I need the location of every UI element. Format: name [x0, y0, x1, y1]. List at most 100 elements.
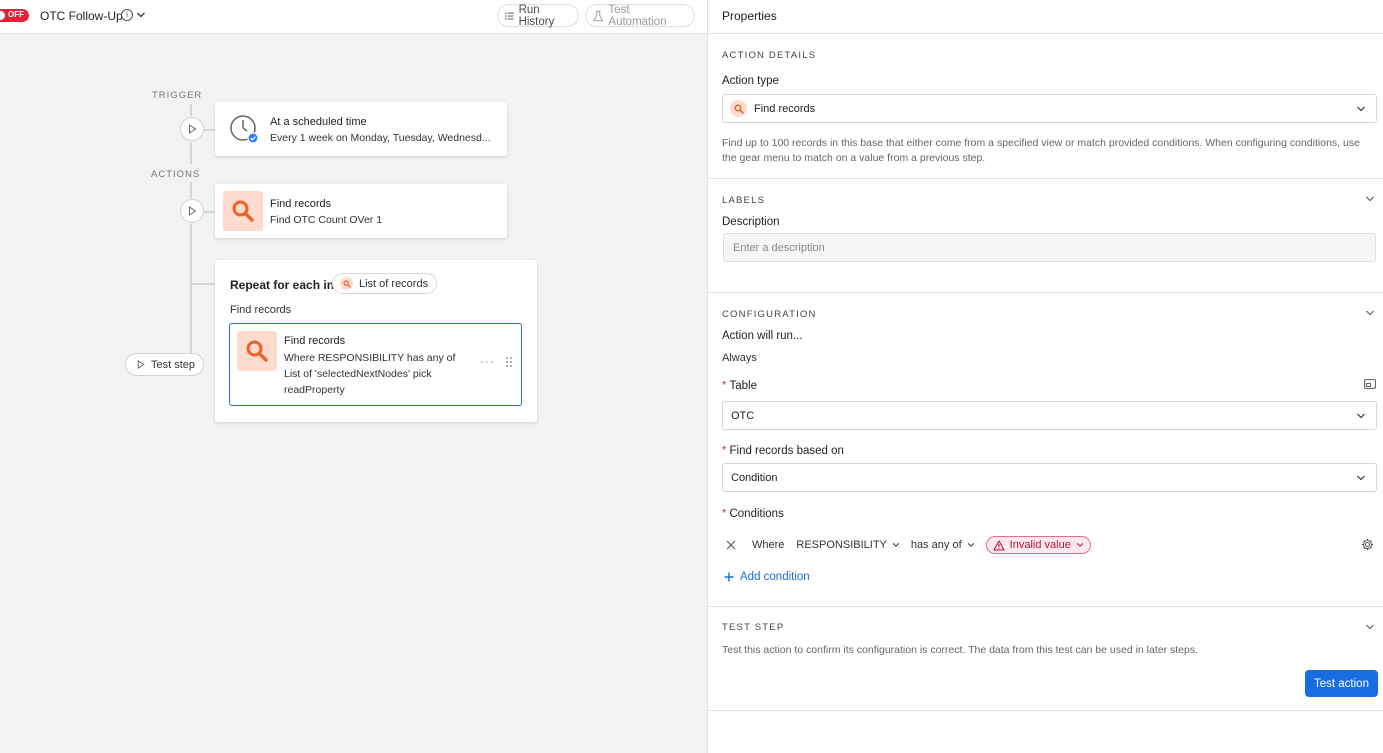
trigger-title: At a scheduled time: [270, 116, 367, 128]
automation-canvas: OFF OTC Follow-Up i Run History Test Aut…: [0, 0, 707, 753]
toggle-state-label: OFF: [8, 10, 24, 19]
chevron-down-icon: [1076, 543, 1083, 547]
based-on-select[interactable]: Condition: [722, 463, 1377, 492]
configuration-section-title: CONFIGURATION: [722, 309, 817, 320]
run-history-label: Run History: [518, 3, 555, 28]
search-icon: [232, 200, 254, 222]
panel-title: Properties: [722, 9, 777, 23]
play-icon: [189, 124, 197, 134]
chevron-down-icon[interactable]: [136, 8, 146, 22]
automation-toolbar: OFF OTC Follow-Up i Run History Test Aut…: [0, 0, 707, 34]
conditions-label: * Conditions: [722, 508, 784, 520]
condition-row: Where RESPONSIBILITY has any of Invalid …: [722, 534, 1377, 556]
condition-operator-dropdown[interactable]: has any of: [911, 539, 975, 551]
test-step-section-title: TEST STEP: [722, 622, 785, 633]
nested-action-title: Find records: [284, 335, 346, 347]
add-condition-button[interactable]: Add condition: [724, 571, 810, 583]
section-divider: [708, 710, 1383, 711]
action-details-section-title: ACTION DETAILS: [722, 50, 817, 61]
repeat-for-each-card[interactable]: Repeat for each in List of records Find …: [215, 260, 537, 422]
chevron-down-icon[interactable]: [1365, 622, 1375, 632]
action-type-description: Find up to 100 records in this base that…: [722, 137, 1360, 164]
add-condition-label: Add condition: [740, 571, 810, 583]
connector-line: [192, 283, 215, 285]
play-icon: [189, 206, 197, 216]
connector-line: [190, 182, 192, 198]
actions-section-label: ACTIONS: [151, 169, 201, 180]
automation-on-off-toggle[interactable]: OFF: [0, 9, 29, 22]
connector-line: [190, 224, 192, 354]
find-records-action-card[interactable]: Find records Find OTC Count OVer 1: [215, 184, 507, 238]
search-badge: [730, 100, 747, 117]
section-divider: [708, 606, 1383, 607]
repeat-title: Repeat for each in: [230, 278, 335, 292]
condition-where-label: Where: [752, 539, 785, 551]
repeat-subtitle: Find records: [230, 304, 292, 316]
section-divider: [708, 178, 1383, 179]
action-run-label: Action will run...: [722, 330, 803, 342]
search-icon: [246, 340, 268, 362]
run-trigger-button[interactable]: [180, 117, 204, 141]
nested-find-records-card[interactable]: Find records Where RESPONSIBILITY has an…: [229, 323, 522, 406]
invalid-value-pill[interactable]: Invalid value: [985, 536, 1091, 554]
description-placeholder: Enter a description: [733, 241, 825, 254]
close-icon[interactable]: [726, 540, 736, 550]
play-icon: [137, 360, 145, 369]
connector-line: [190, 104, 192, 116]
search-tile: [223, 191, 263, 231]
properties-panel: Properties ACTION DETAILS Action type Fi…: [707, 0, 1383, 753]
section-divider: [708, 292, 1383, 293]
based-on-value: Condition: [731, 471, 778, 484]
gear-icon[interactable]: [1361, 538, 1374, 551]
chevron-down-icon: [967, 543, 974, 547]
search-icon: [734, 104, 744, 114]
expand-icon[interactable]: [1364, 379, 1376, 389]
chevron-down-icon[interactable]: [1365, 308, 1375, 318]
info-icon[interactable]: i: [121, 9, 133, 21]
chevron-down-icon: [1357, 413, 1365, 419]
plus-icon: [724, 572, 734, 582]
trigger-subtitle: Every 1 week on Monday, Tuesday, Wednesd…: [270, 132, 491, 144]
list-pill-label: List of records: [359, 277, 429, 290]
clock-icon: [230, 115, 259, 144]
properties-header: Properties: [708, 0, 1383, 34]
action-type-value: Find records: [754, 102, 816, 115]
action-title: Find records: [270, 198, 332, 210]
warning-icon: [993, 539, 1005, 551]
test-step-label: Test step: [151, 358, 196, 371]
test-step-description: Test this action to confirm its configur…: [722, 644, 1199, 656]
test-action-button[interactable]: Test action: [1305, 670, 1378, 697]
labels-section-title: LABELS: [722, 195, 766, 206]
nested-action-description: Where RESPONSIBILITY has any of List of …: [284, 352, 456, 396]
list-of-records-pill[interactable]: List of records: [332, 273, 438, 294]
run-action-button[interactable]: [180, 199, 204, 223]
invalid-value-label: Invalid value: [1009, 539, 1071, 551]
action-type-select[interactable]: Find records: [722, 94, 1377, 123]
test-step-button[interactable]: Test step: [125, 353, 204, 376]
run-history-button[interactable]: Run History: [497, 3, 579, 28]
table-select[interactable]: OTC: [722, 401, 1377, 430]
connector-line: [190, 142, 192, 164]
search-icon: [342, 279, 351, 288]
search-badge: [340, 277, 353, 290]
description-label: Description: [722, 216, 780, 228]
trigger-card[interactable]: At a scheduled time Every 1 week on Mond…: [215, 102, 507, 156]
automation-title[interactable]: OTC Follow-Up: [40, 9, 123, 23]
condition-operator-value: has any of: [910, 539, 962, 551]
chevron-down-icon: [1357, 106, 1365, 112]
description-input[interactable]: Enter a description: [723, 233, 1376, 262]
list-icon: [505, 12, 514, 20]
flask-icon: [593, 10, 604, 21]
chevron-down-icon[interactable]: [1365, 194, 1375, 204]
chevron-down-icon: [892, 543, 900, 547]
action-run-value: Always: [722, 352, 757, 364]
test-automation-button[interactable]: Test Automation: [585, 4, 695, 28]
drag-handle-icon[interactable]: [506, 357, 512, 367]
toggle-knob: [0, 11, 5, 20]
action-type-label: Action type: [722, 75, 779, 87]
condition-field-dropdown[interactable]: RESPONSIBILITY: [796, 539, 900, 551]
more-options-icon[interactable]: ···: [480, 354, 495, 368]
table-value: OTC: [731, 409, 755, 422]
action-subtitle: Find OTC Count OVer 1: [270, 214, 383, 226]
search-tile: [237, 331, 277, 371]
